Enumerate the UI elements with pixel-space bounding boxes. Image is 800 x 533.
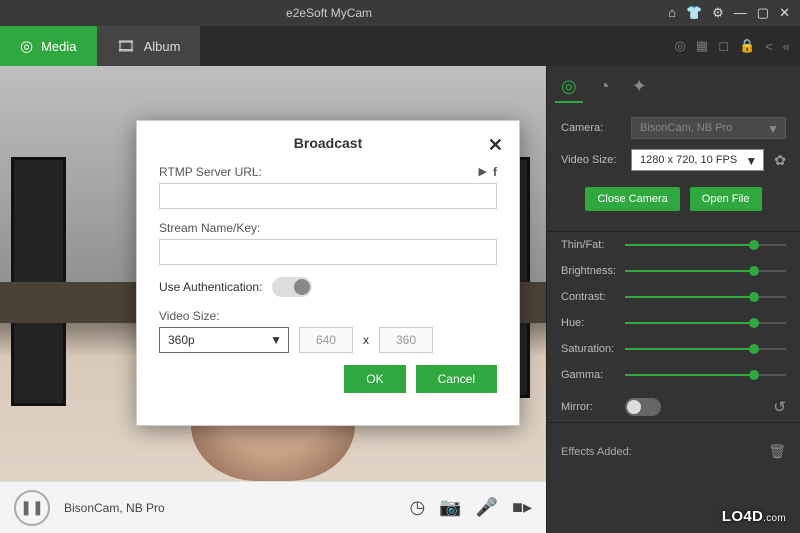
reset-icon[interactable]: ↺: [773, 398, 786, 416]
share-icon[interactable]: <: [765, 39, 773, 54]
shirt-icon[interactable]: 👕: [686, 5, 702, 21]
facebook-icon[interactable]: f: [493, 165, 497, 179]
dim-x: x: [363, 333, 369, 347]
minimize-icon[interactable]: —: [734, 5, 747, 21]
slider-track[interactable]: [625, 238, 786, 252]
titlebar: e2eSoft MyCam ⌂ 👕 ⚙ — ▢ ✕: [0, 0, 800, 26]
slider-brightness: Brightness:: [561, 264, 786, 278]
youtube-icon[interactable]: ▶: [479, 165, 487, 179]
slider-contrast: Contrast:: [561, 290, 786, 304]
dialog-vsize-value: 360p: [168, 333, 195, 347]
slider-label: Gamma:: [561, 369, 625, 381]
close-camera-button[interactable]: Close Camera: [585, 187, 679, 211]
dialog-close-icon[interactable]: ✕: [488, 135, 503, 156]
dialog-vsize-label: Video Size:: [159, 309, 220, 323]
window-controls: ⌂ 👕 ⚙ — ▢ ✕: [658, 5, 800, 21]
album-icon: 🎞: [117, 37, 136, 55]
slider-track[interactable]: [625, 368, 786, 382]
crop-icon[interactable]: ◻: [718, 38, 729, 54]
tab-album[interactable]: 🎞 Album: [97, 26, 201, 66]
tab-album-label: Album: [144, 39, 181, 54]
home-icon[interactable]: ⌂: [668, 5, 676, 21]
maximize-icon[interactable]: ▢: [757, 5, 769, 21]
slider-label: Contrast:: [561, 291, 625, 303]
qr-icon[interactable]: ▦: [696, 38, 708, 54]
app-title: e2eSoft MyCam: [0, 6, 658, 20]
cancel-button[interactable]: Cancel: [416, 365, 497, 393]
videosize-label: Video Size:: [561, 154, 621, 166]
auth-toggle[interactable]: [272, 277, 312, 297]
record-icon[interactable]: ■▸: [512, 497, 532, 518]
videosize-settings-icon[interactable]: ✿: [774, 152, 786, 169]
videosize-select[interactable]: 1280 x 720, 10 FPS ▼: [631, 149, 764, 171]
dialog-title: Broadcast: [294, 135, 362, 151]
slider-track[interactable]: [625, 342, 786, 356]
width-input[interactable]: [299, 327, 353, 353]
right-panel: ◎ ◔ ✦ Camera: BisonCam, NB Pro ▼ Video S…: [546, 66, 800, 533]
lock-icon[interactable]: 🔒: [739, 38, 755, 54]
slider-label: Brightness:: [561, 265, 625, 277]
open-file-button[interactable]: Open File: [690, 187, 762, 211]
broadcast-dialog: Broadcast ✕ RTMP Server URL: ▶ f Stream …: [136, 120, 520, 426]
slider-thinfat: Thin/Fat:: [561, 238, 786, 252]
height-input[interactable]: [379, 327, 433, 353]
effects-tab-icon[interactable]: ✦: [632, 76, 647, 103]
videosize-value: 1280 x 720, 10 FPS: [640, 154, 737, 166]
camera-select-value: BisonCam, NB Pro: [640, 122, 732, 134]
dialog-videosize-select[interactable]: 360p ▼: [159, 327, 289, 353]
effects-added-label: Effects Added:: [561, 446, 632, 458]
top-toolbar: ◎ ▦ ◻ 🔒 < «: [675, 26, 800, 66]
rtmp-input[interactable]: [159, 183, 497, 209]
slider-track[interactable]: [625, 290, 786, 304]
stream-key-input[interactable]: [159, 239, 497, 265]
slider-label: Thin/Fat:: [561, 239, 625, 251]
close-icon[interactable]: ✕: [779, 5, 790, 21]
camera-label: Camera:: [561, 122, 621, 134]
pause-button[interactable]: ❚❚: [14, 490, 50, 526]
top-tabbar: ◎ Media 🎞 Album ◎ ▦ ◻ 🔒 < «: [0, 26, 800, 66]
bottom-bar: ❚❚ BisonCam, NB Pro ◷ 📷 🎤 ■▸: [0, 481, 546, 533]
camera-select[interactable]: BisonCam, NB Pro ▼: [631, 117, 786, 139]
rtmp-label: RTMP Server URL:: [159, 165, 262, 179]
slider-gamma: Gamma:: [561, 368, 786, 382]
broadcast-icon[interactable]: ◎: [675, 38, 686, 54]
chevron-down-icon: ▼: [767, 122, 779, 136]
tab-media[interactable]: ◎ Media: [0, 26, 97, 66]
slider-saturation: Saturation:: [561, 342, 786, 356]
mirror-label: Mirror:: [561, 401, 625, 413]
chevron-down-icon: ▼: [745, 154, 757, 168]
gear-icon[interactable]: ⚙: [712, 5, 724, 21]
gauge-tab-icon[interactable]: ◔: [599, 76, 610, 103]
right-tabs: ◎ ◔ ✦: [561, 76, 786, 103]
mirror-toggle[interactable]: [625, 398, 661, 416]
chevron-down-icon: ▼: [270, 333, 282, 347]
timer-icon[interactable]: ◷: [410, 497, 426, 518]
mic-icon[interactable]: 🎤: [476, 497, 498, 518]
media-icon: ◎: [20, 37, 33, 55]
tab-media-label: Media: [41, 39, 76, 54]
slider-label: Saturation:: [561, 343, 625, 355]
snapshot-icon[interactable]: 📷: [439, 497, 461, 518]
stream-key-label: Stream Name/Key:: [159, 221, 260, 235]
camera-name-label: BisonCam, NB Pro: [64, 501, 165, 515]
trash-icon[interactable]: 🗑: [768, 443, 786, 460]
slider-track[interactable]: [625, 316, 786, 330]
watermark: LO4D.com: [722, 508, 786, 525]
camera-tab-icon[interactable]: ◎: [561, 76, 577, 103]
slider-label: Hue:: [561, 317, 625, 329]
collapse-icon[interactable]: «: [783, 39, 790, 54]
auth-label: Use Authentication:: [159, 280, 262, 294]
slider-hue: Hue:: [561, 316, 786, 330]
ok-button[interactable]: OK: [344, 365, 405, 393]
slider-track[interactable]: [625, 264, 786, 278]
